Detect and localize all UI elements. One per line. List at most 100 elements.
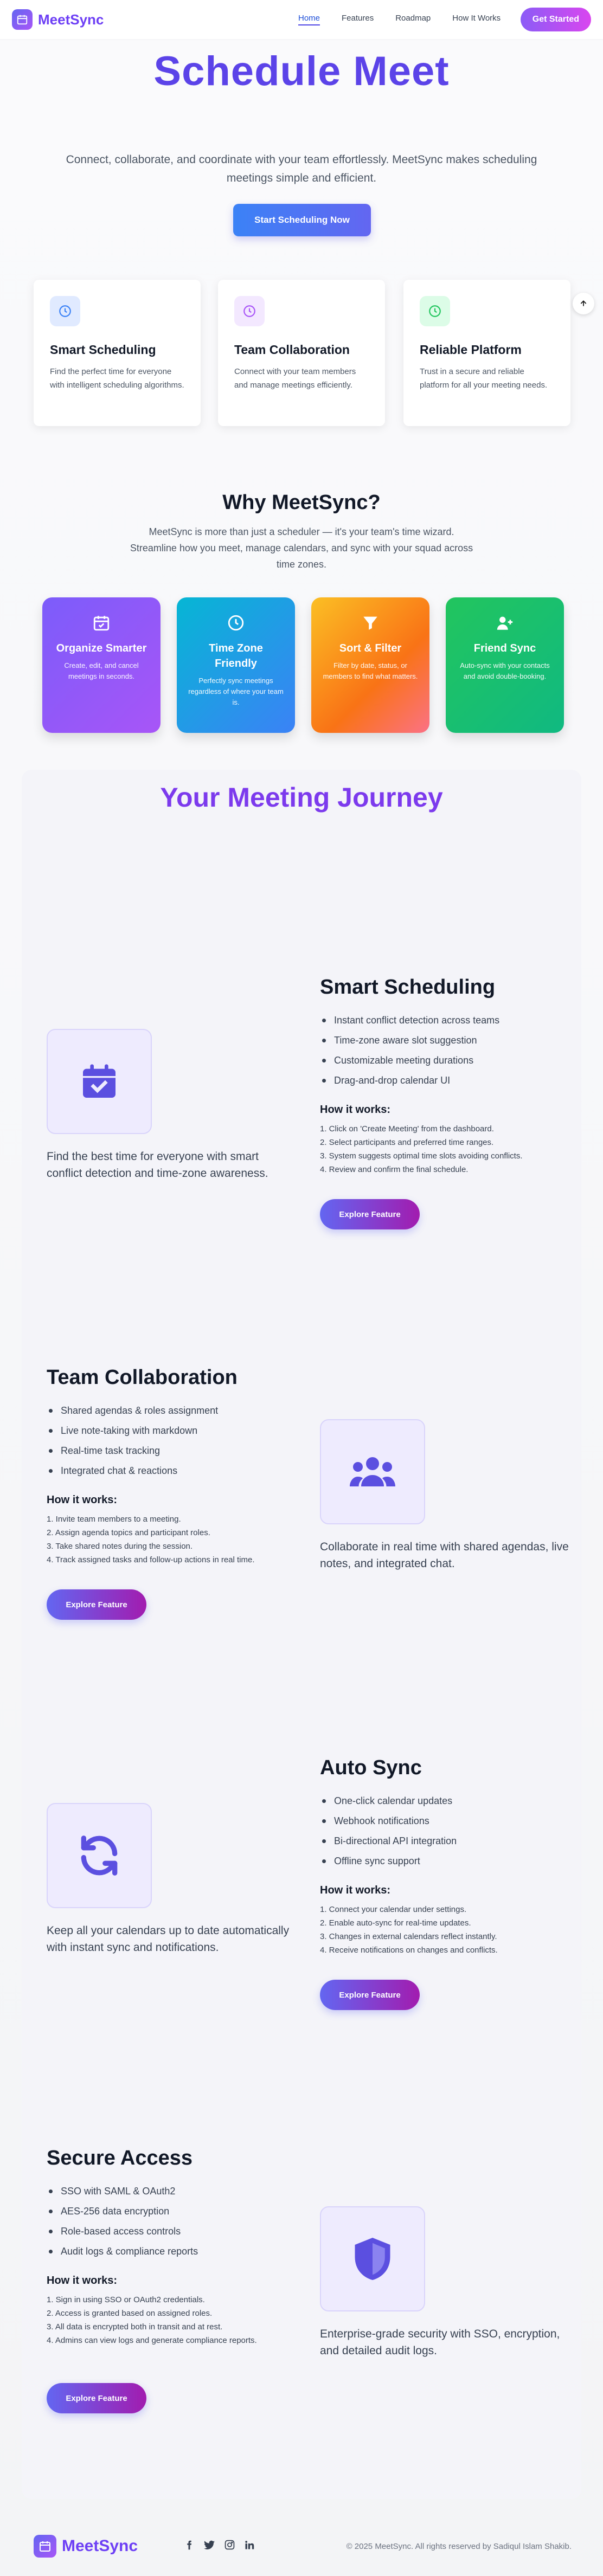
why-card-organize: Organize Smarter Create, edit, and cance…	[42, 597, 161, 733]
step-item: 1. Invite team members to a meeting.	[47, 1515, 181, 1524]
step-item: 2. Enable auto-sync for real-time update…	[320, 1918, 471, 1928]
footer: MeetSync © 2025 MeetSync. All rights res…	[0, 2516, 603, 2576]
calendar-logo-icon	[12, 9, 33, 30]
list-item: Offline sync support	[320, 1851, 457, 1871]
how-it-works-steps: 1. Connect your calendar under settings.…	[320, 1903, 559, 1957]
why-card-text: Create, edit, and cancel meetings in sec…	[64, 661, 139, 680]
calendar-logo-icon	[34, 2535, 56, 2558]
feature-bullets: One-click calendar updates Webhook notif…	[320, 1791, 457, 1871]
arrow-up-icon	[580, 300, 587, 306]
social-links	[184, 2540, 254, 2553]
calendar-check-icon	[52, 614, 151, 632]
footer-brand[interactable]: MeetSync	[34, 2535, 138, 2558]
step-item: 2. Select participants and preferred tim…	[320, 1138, 494, 1147]
list-item: AES-256 data encryption	[47, 2201, 198, 2221]
brand-name: MeetSync	[62, 2537, 138, 2555]
list-item: Real-time task tracking	[47, 1441, 218, 1461]
start-scheduling-button[interactable]: Start Scheduling Now	[233, 204, 371, 236]
why-card-text: Filter by date, status, or members to fi…	[323, 661, 418, 680]
feature-title: Auto Sync	[320, 1756, 422, 1779]
feature-caption: Find the best time for everyone with sma…	[47, 1150, 268, 1180]
how-it-works-title: How it works:	[320, 1884, 391, 1896]
why-card-title: Time Zone Friendly	[209, 642, 263, 669]
feature-card-reliable-platform: Reliable Platform Trust in a secure and …	[403, 280, 570, 426]
step-item: 4. Receive notifications on changes and …	[320, 1946, 498, 1955]
users-icon	[320, 1419, 425, 1524]
step-item: 1. Sign in using SSO or OAuth2 credentia…	[47, 2295, 205, 2304]
list-item: Webhook notifications	[320, 1811, 457, 1831]
how-it-works-title: How it works:	[47, 1494, 118, 1506]
why-card-text: Auto-sync with your contacts and avoid d…	[460, 661, 550, 680]
step-item: 3. Changes in external calendars reflect…	[320, 1932, 497, 1941]
linkedin-icon[interactable]	[245, 2540, 254, 2553]
step-item: 3. System suggests optimal time slots av…	[320, 1151, 523, 1161]
scroll-to-top-button[interactable]	[573, 293, 594, 314]
list-item: SSO with SAML & OAuth2	[47, 2181, 198, 2201]
why-card-time-zone: Time Zone Friendly Perfectly sync meetin…	[177, 597, 295, 733]
feature-card-text: Find the perfect time for everyone with …	[50, 367, 184, 390]
instagram-icon[interactable]	[224, 2540, 235, 2553]
feature-title: Smart Scheduling	[320, 976, 496, 999]
list-item: Time-zone aware slot suggestion	[320, 1031, 499, 1051]
nav-link-features[interactable]: Features	[342, 14, 374, 25]
nav-link-how-it-works[interactable]: How It Works	[452, 14, 501, 25]
feature-caption: Enterprise-grade security with SSO, encr…	[320, 2328, 560, 2357]
hero-title: Schedule Meet	[153, 48, 450, 94]
clock-icon	[420, 296, 450, 326]
why-card-sort-filter: Sort & Filter Filter by date, status, or…	[311, 597, 429, 733]
filter-icon	[321, 614, 420, 632]
list-item: Customizable meeting durations	[320, 1051, 499, 1071]
nav-links: Home Features Roadmap How It Works	[298, 14, 501, 25]
sync-icon	[47, 1803, 152, 1908]
feature-bullets: Shared agendas & roles assignment Live n…	[47, 1401, 218, 1481]
why-subtitle: MeetSync is more than just a scheduler —…	[130, 526, 473, 570]
step-item: 4. Track assigned tasks and follow-up ac…	[47, 1555, 255, 1564]
hero-subtitle: Connect, collaborate, and coordinate wit…	[66, 153, 537, 184]
feature-card-smart-scheduling: Smart Scheduling Find the perfect time f…	[34, 280, 201, 426]
twitter-icon[interactable]	[204, 2540, 215, 2553]
list-item: Integrated chat & reactions	[47, 1461, 218, 1481]
how-it-works-steps: 1. Sign in using SSO or OAuth2 credentia…	[47, 2293, 285, 2347]
nav-link-roadmap[interactable]: Roadmap	[395, 14, 431, 25]
explore-feature-button[interactable]: Explore Feature	[47, 2383, 146, 2413]
why-card-friend-sync: Friend Sync Auto-sync with your contacts…	[446, 597, 564, 733]
why-card-text: Perfectly sync meetings regardless of wh…	[188, 677, 284, 706]
why-title: Why MeetSync?	[222, 491, 381, 514]
explore-feature-button[interactable]: Explore Feature	[320, 1199, 420, 1229]
list-item: Instant conflict detection across teams	[320, 1010, 499, 1031]
feature-caption: Keep all your calendars up to date autom…	[47, 1924, 290, 1954]
why-card-title: Friend Sync	[473, 642, 536, 654]
step-item: 4. Admins can view logs and generate com…	[47, 2336, 257, 2345]
step-item: 1. Connect your calendar under settings.	[320, 1905, 467, 1914]
feature-caption: Collaborate in real time with shared age…	[320, 1541, 569, 1570]
step-item: 3. All data is encrypted both in transit…	[47, 2322, 223, 2332]
feature-card-text: Connect with your team members and manag…	[234, 367, 356, 390]
facebook-icon[interactable]	[184, 2540, 194, 2553]
why-card-title: Organize Smarter	[56, 642, 147, 654]
step-item: 1. Click on 'Create Meeting' from the da…	[320, 1124, 494, 1134]
nav-link-home[interactable]: Home	[298, 14, 320, 25]
list-item: Shared agendas & roles assignment	[47, 1401, 218, 1421]
clock-icon	[50, 296, 80, 326]
feature-bullets: SSO with SAML & OAuth2 AES-256 data encr…	[47, 2181, 198, 2262]
list-item: One-click calendar updates	[320, 1791, 457, 1811]
brand[interactable]: MeetSync	[12, 9, 104, 30]
step-item: 2. Assign agenda topics and participant …	[47, 1528, 210, 1537]
feature-card-title: Team Collaboration	[234, 343, 350, 357]
explore-feature-button[interactable]: Explore Feature	[47, 1589, 146, 1620]
calendar-check-icon	[47, 1029, 152, 1134]
get-started-button[interactable]: Get Started	[520, 8, 591, 31]
list-item: Audit logs & compliance reports	[47, 2242, 198, 2262]
journey-title: Your Meeting Journey	[160, 782, 443, 813]
top-navbar: MeetSync Home Features Roadmap How It Wo…	[0, 0, 603, 39]
step-item: 4. Review and confirm the final schedule…	[320, 1165, 469, 1174]
how-it-works-steps: 1. Invite team members to a meeting. 2. …	[47, 1512, 285, 1567]
explore-feature-button[interactable]: Explore Feature	[320, 1980, 420, 2010]
feature-card-title: Smart Scheduling	[50, 343, 156, 357]
feature-title: Secure Access	[47, 2147, 193, 2169]
why-card-title: Sort & Filter	[339, 642, 402, 654]
feature-card-team-collaboration: Team Collaboration Connect with your tea…	[218, 280, 385, 426]
feature-card-title: Reliable Platform	[420, 343, 522, 357]
page: MeetSync Home Features Roadmap How It Wo…	[0, 0, 603, 2576]
list-item: Bi-directional API integration	[320, 1831, 457, 1851]
